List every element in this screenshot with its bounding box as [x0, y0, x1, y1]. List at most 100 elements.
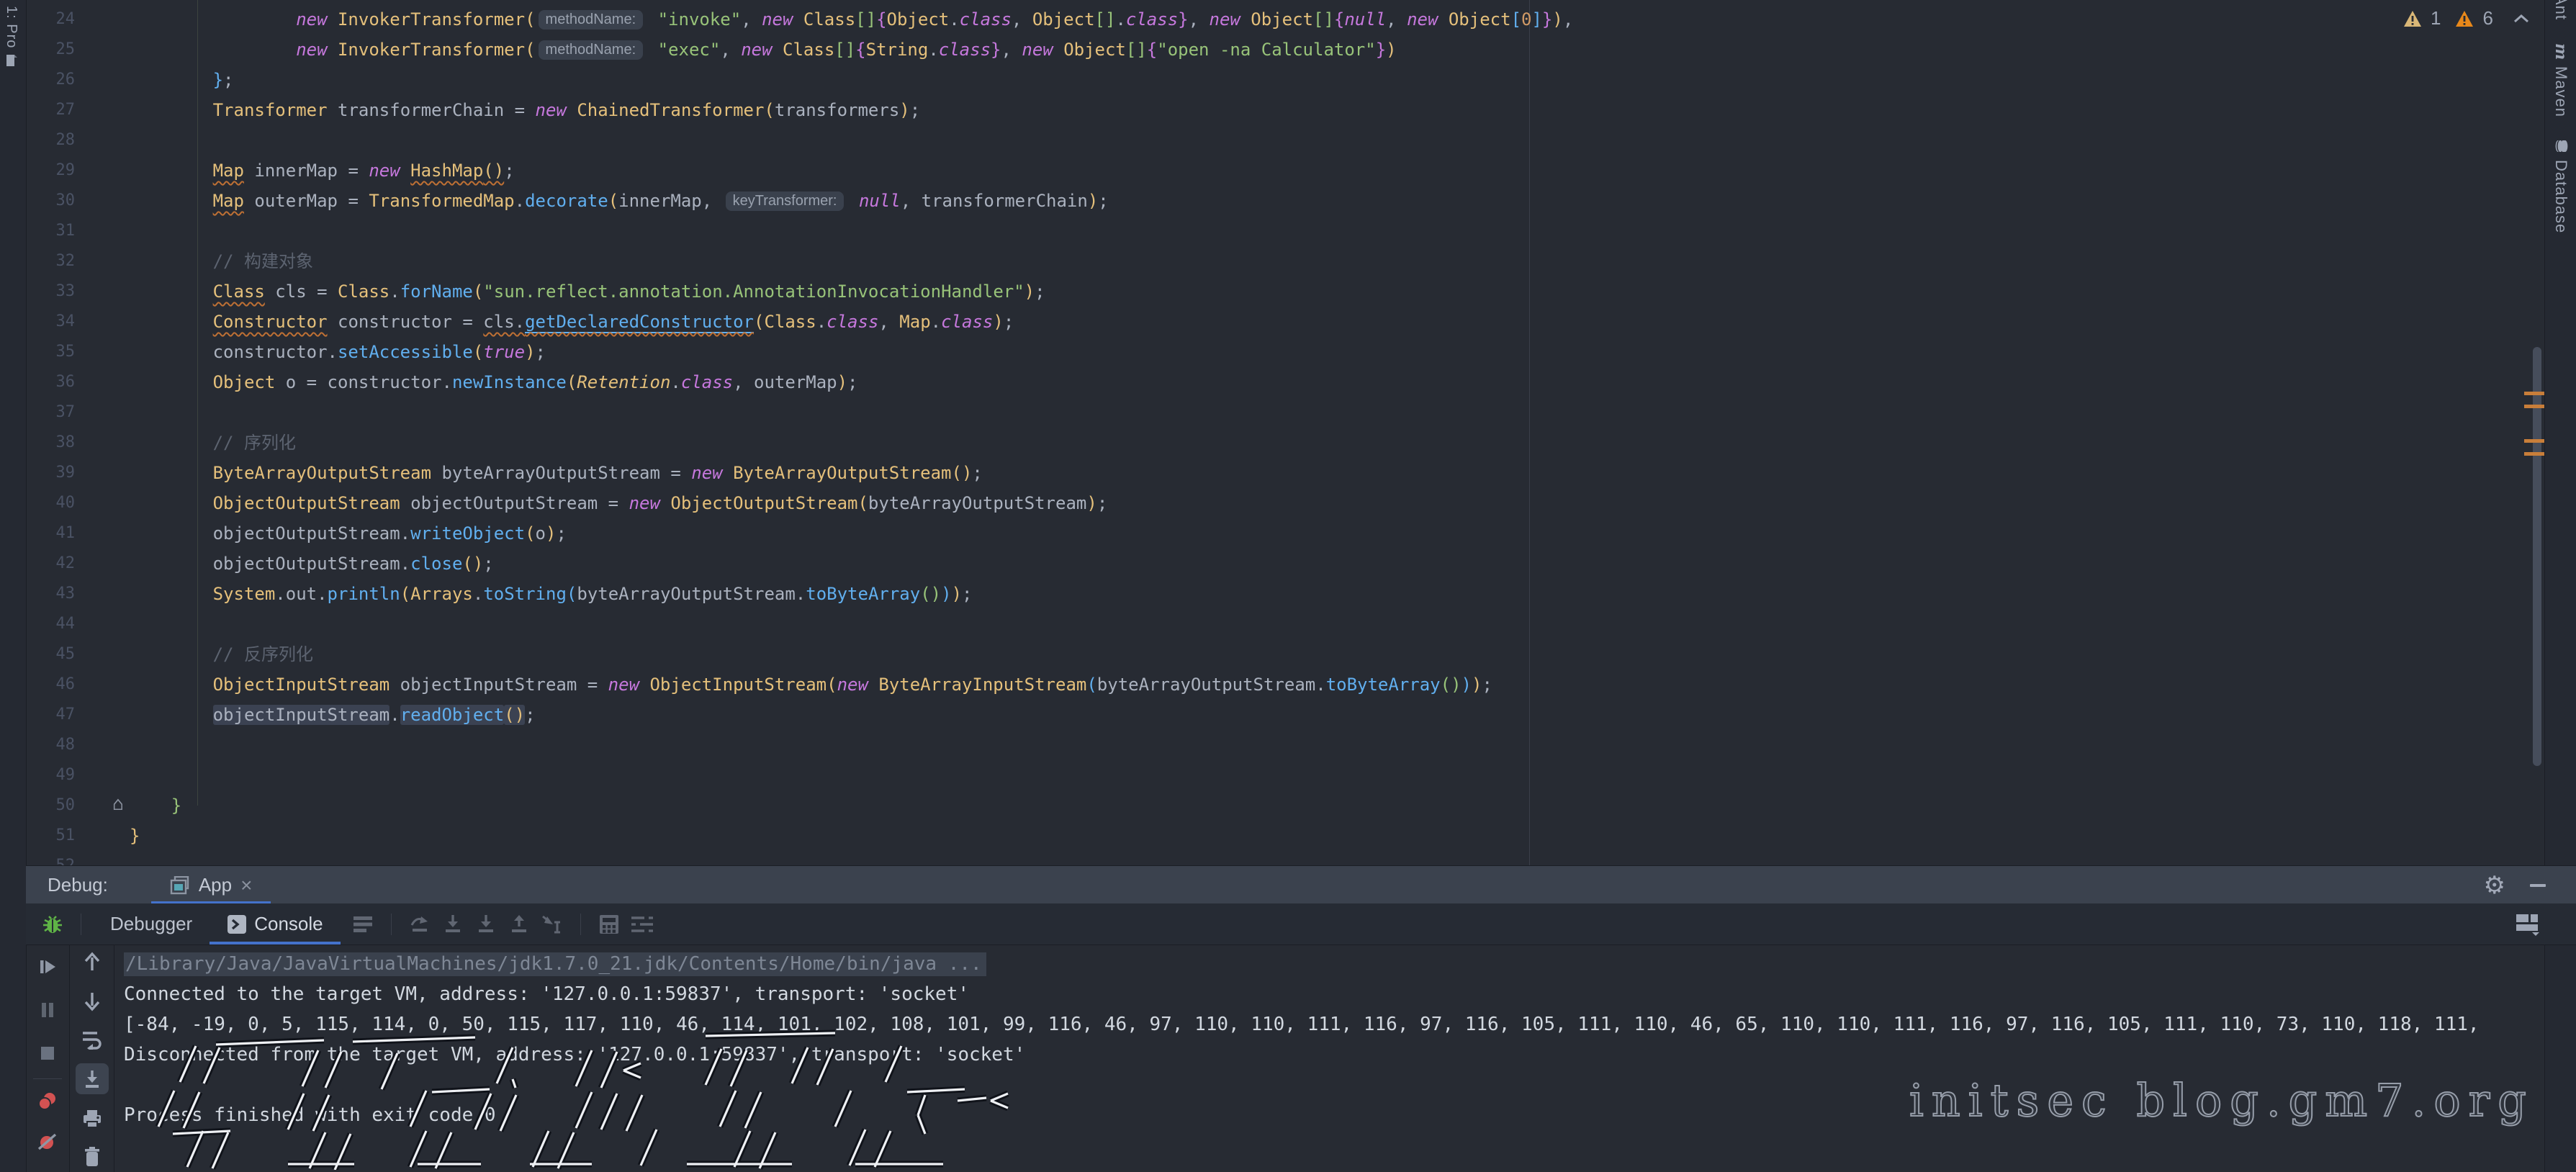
code-line-24[interactable]: new InvokerTransformer(methodName: "invo… [130, 4, 1573, 35]
line-number-48[interactable]: 48 [29, 730, 75, 760]
code-line-47[interactable]: objectInputStream.readObject(); [130, 700, 536, 730]
fold-marker-icon[interactable]: ⌂ [112, 793, 124, 815]
gear-icon[interactable]: ⚙ [2484, 873, 2505, 898]
code-line-38[interactable]: // 序列化 [130, 428, 296, 458]
line-number-38[interactable]: 38 [29, 428, 75, 458]
line-number-32[interactable]: 32 [29, 246, 75, 276]
code-line-32[interactable]: // 构建对象 [130, 246, 313, 276]
debugger-settings-icon[interactable] [626, 908, 659, 941]
code-line-50[interactable]: } [130, 790, 181, 821]
console-line[interactable]: /Library/Java/JavaVirtualMachines/jdk1.7… [124, 949, 986, 979]
sidebar-item-maven[interactable]: m Maven [2552, 43, 2570, 117]
code-line-29[interactable]: Map innerMap = new HashMap(); [130, 155, 515, 186]
line-number-34[interactable]: 34 [29, 307, 75, 337]
line-number-39[interactable]: 39 [29, 458, 75, 488]
line-number-30[interactable]: 30 [29, 186, 75, 216]
down-stack-trace-icon[interactable] [76, 986, 109, 1017]
mute-breakpoints-icon[interactable] [31, 1125, 64, 1158]
line-number-46[interactable]: 46 [29, 670, 75, 700]
app-run-configuration-icon [170, 876, 190, 895]
code-line-43[interactable]: System.out.println(Arrays.toString(byteA… [130, 579, 972, 609]
line-number-33[interactable]: 33 [29, 276, 75, 307]
tab-console[interactable]: Console [210, 903, 340, 945]
console-output[interactable]: /Library/Java/JavaVirtualMachines/jdk1.7… [114, 945, 2544, 1172]
print-icon[interactable] [76, 1103, 109, 1134]
code-line-26[interactable]: }; [130, 65, 234, 95]
hide-toolwindow-icon[interactable] [2530, 884, 2546, 887]
line-number-51[interactable]: 51 [29, 821, 75, 851]
code-line-40[interactable]: ObjectOutputStream objectOutputStream = … [130, 488, 1107, 518]
code-editor[interactable]: 2425262728293031323334353637383940414243… [26, 0, 2544, 865]
evaluate-expression-icon[interactable] [593, 908, 626, 941]
line-number-26[interactable]: 26 [29, 65, 75, 95]
console-line[interactable]: Process finished with exit code 0 [124, 1100, 496, 1130]
code-line-27[interactable]: Transformer transformerChain = new Chain… [130, 95, 920, 125]
left-tool-stripe: 1: Pro [0, 0, 27, 1172]
force-step-into-icon[interactable] [469, 908, 503, 941]
debug-session-tab[interactable]: App × [151, 866, 271, 904]
scroll-to-end-icon[interactable] [76, 1063, 109, 1094]
run-to-cursor-icon[interactable] [536, 908, 569, 941]
stop-icon[interactable] [31, 1037, 64, 1070]
pause-program-icon[interactable] [31, 993, 64, 1027]
resume-program-icon[interactable] [31, 950, 64, 983]
view-options-icon[interactable] [346, 908, 379, 941]
warning-icon [2455, 10, 2474, 27]
line-number-36[interactable]: 36 [29, 367, 75, 397]
view-breakpoints-icon[interactable] [31, 1085, 64, 1118]
line-number-49[interactable]: 49 [29, 760, 75, 790]
code-line-42[interactable]: objectOutputStream.close(); [130, 549, 494, 579]
layout-settings-icon[interactable] [2511, 908, 2544, 941]
console-line[interactable]: Connected to the target VM, address: '12… [124, 979, 969, 1009]
warning-stripe-mark[interactable] [2524, 439, 2546, 443]
line-number-28[interactable]: 28 [29, 125, 75, 155]
line-number-44[interactable]: 44 [29, 609, 75, 639]
code-line-34[interactable]: Constructor constructor = cls.getDeclare… [130, 307, 1014, 337]
warning-stripe-mark[interactable] [2524, 392, 2546, 395]
sidebar-item-project[interactable]: 1: Pro [3, 6, 19, 67]
inspections-widget[interactable]: 1 6 [2403, 7, 2565, 30]
console-line[interactable]: [-84, -19, 0, 5, 115, 114, 0, 50, 115, 1… [124, 1009, 2480, 1040]
code-line-36[interactable]: Object o = constructor.newInstance(Reten… [130, 367, 858, 397]
code-line-35[interactable]: constructor.setAccessible(true); [130, 337, 546, 367]
line-number-43[interactable]: 43 [29, 579, 75, 609]
line-number-40[interactable]: 40 [29, 488, 75, 518]
step-over-icon[interactable] [403, 908, 436, 941]
sidebar-item-database[interactable]: Database [2552, 138, 2570, 233]
line-number-35[interactable]: 35 [29, 337, 75, 367]
debug-bug-icon [36, 908, 69, 941]
tab-debugger[interactable]: Debugger [93, 903, 210, 945]
line-number-42[interactable]: 42 [29, 549, 75, 579]
code-line-30[interactable]: Map outerMap = TransformedMap.decorate(i… [130, 186, 1109, 216]
code-line-39[interactable]: ByteArrayOutputStream byteArrayOutputStr… [130, 458, 983, 488]
line-number-45[interactable]: 45 [29, 639, 75, 670]
warning-stripe-mark[interactable] [2524, 452, 2546, 456]
sidebar-item-ant[interactable]: Ant [2552, 0, 2570, 20]
code-line-33[interactable]: Class cls = Class.forName("sun.reflect.a… [130, 276, 1045, 307]
line-number-27[interactable]: 27 [29, 95, 75, 125]
code-line-46[interactable]: ObjectInputStream objectInputStream = ne… [130, 670, 1492, 700]
warning-stripe-mark[interactable] [2524, 405, 2546, 408]
line-number-37[interactable]: 37 [29, 397, 75, 428]
right-margin-guide [1529, 0, 1530, 865]
line-number-31[interactable]: 31 [29, 216, 75, 246]
code-line-45[interactable]: // 反序列化 [130, 639, 313, 670]
step-out-icon[interactable] [503, 908, 536, 941]
code-line-51[interactable]: } [130, 821, 140, 851]
line-number-25[interactable]: 25 [29, 35, 75, 65]
line-number-29[interactable]: 29 [29, 155, 75, 186]
editor-scrollbar[interactable] [2533, 347, 2541, 766]
prev-problem-icon[interactable] [2512, 12, 2531, 25]
clear-all-icon[interactable] [76, 1141, 109, 1172]
line-number-47[interactable]: 47 [29, 700, 75, 730]
step-into-icon[interactable] [436, 908, 469, 941]
close-session-icon[interactable]: × [240, 874, 252, 897]
console-line[interactable]: Disconnected from the target VM, address… [124, 1040, 1025, 1070]
code-line-25[interactable]: new InvokerTransformer(methodName: "exec… [130, 35, 1397, 65]
line-number-24[interactable]: 24 [29, 4, 75, 35]
line-number-50[interactable]: 50 [29, 790, 75, 821]
code-line-41[interactable]: objectOutputStream.writeObject(o); [130, 518, 567, 549]
line-number-41[interactable]: 41 [29, 518, 75, 549]
soft-wrap-icon[interactable] [76, 1024, 109, 1055]
up-stack-trace-icon[interactable] [76, 946, 109, 977]
